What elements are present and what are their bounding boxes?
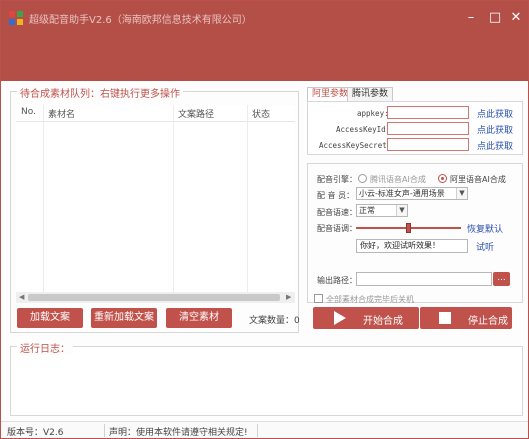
text-count-caption: 文案数量：	[249, 316, 295, 326]
queue-group-title: 待合成素材队列：右键执行更多操作	[17, 85, 183, 100]
keyid-input[interactable]	[387, 122, 469, 135]
appkey-label: appkey:	[357, 109, 389, 118]
keysecret-input[interactable]	[387, 138, 469, 151]
chevron-down-icon: ▼	[456, 188, 467, 199]
engine-ali-radio[interactable]	[438, 174, 447, 183]
keysecret-get-link[interactable]: 点此获取	[477, 139, 513, 152]
engine-ali-label[interactable]: 阿里语音AI合成	[450, 174, 506, 185]
keyid-get-link[interactable]: 点此获取	[477, 123, 513, 136]
keyid-label: AccessKeyId:	[336, 125, 391, 134]
scroll-left-icon[interactable]: ◀	[19, 292, 24, 303]
voice-actor-select[interactable]: 小云-标准女声-通用场景 ▼	[356, 187, 468, 200]
keysecret-label: AccessKeySecret:	[319, 141, 392, 150]
voice-actor-value: 小云-标准女声-通用场景	[359, 189, 445, 198]
audition-link[interactable]: 试听	[476, 240, 494, 253]
reload-text-button[interactable]: 重新加载文案	[91, 308, 157, 328]
status-bar: 版本号：V2.6 声明：使用本软件请遵守相关规定!	[1, 421, 528, 438]
column-status[interactable]: 状态	[252, 107, 270, 120]
speed-value: 正常	[359, 206, 375, 215]
output-path-label: 输出路径：	[317, 276, 357, 285]
voice-actor-label: 配 音 员：	[317, 191, 355, 200]
appkey-input[interactable]	[387, 106, 469, 119]
tone-label: 配音语调：	[317, 224, 357, 233]
start-synthesis-label: 开始合成	[363, 316, 403, 327]
list-header: No. 素材名 文案路径 状态	[16, 105, 295, 122]
material-list[interactable]: No. 素材名 文案路径 状态	[16, 105, 295, 303]
column-no[interactable]: No.	[21, 107, 36, 117]
stop-synthesis-button[interactable]: 停止合成	[420, 307, 512, 329]
play-icon	[334, 311, 346, 325]
load-text-button[interactable]: 加载文案	[17, 308, 83, 328]
clear-material-button[interactable]: 清空素材	[166, 308, 232, 328]
speed-label: 配音语速：	[317, 208, 357, 217]
column-path[interactable]: 文案路径	[178, 107, 214, 120]
maximize-button[interactable]: □	[486, 9, 504, 27]
column-divider	[173, 105, 174, 303]
column-divider	[43, 105, 44, 303]
engine-label: 配音引擎：	[317, 175, 357, 184]
tab-tencent-params[interactable]: 腾讯参数	[347, 87, 394, 101]
engine-tencent-label[interactable]: 腾讯语音AI合成	[370, 174, 426, 185]
notice-text: 声明：使用本软件请遵守相关规定!	[109, 428, 248, 438]
window-title: 超级配音助手V2.6（海南欧邦信息技术有限公司）	[29, 15, 252, 26]
horizontal-scrollbar[interactable]: ◀ ▶	[16, 292, 295, 303]
speed-select[interactable]: 正常 ▼	[356, 204, 408, 217]
scrollbar-thumb[interactable]	[28, 294, 280, 301]
minimize-button[interactable]: –	[462, 9, 480, 27]
chevron-down-icon: ▼	[396, 205, 407, 216]
scroll-right-icon[interactable]: ▶	[286, 292, 291, 303]
test-text-input[interactable]: 你好，欢迎试听效果！	[356, 239, 468, 253]
stop-synthesis-label: 停止合成	[468, 316, 508, 327]
appkey-get-link[interactable]: 点此获取	[477, 107, 513, 120]
title-bar: 超级配音助手V2.6（海南欧邦信息技术有限公司） – □ ✕	[1, 1, 528, 81]
close-button[interactable]: ✕	[507, 9, 525, 27]
reset-default-link[interactable]: 恢复默认	[467, 222, 503, 235]
output-path-input[interactable]	[356, 272, 492, 286]
text-count-label: 文案数量：0	[249, 313, 300, 326]
text-count-value: 0	[294, 316, 300, 326]
stop-icon	[439, 312, 451, 324]
run-log-title: 运行日志：	[17, 340, 73, 355]
shutdown-label[interactable]: 全部素材合成完毕后关机	[326, 294, 414, 305]
status-divider	[104, 424, 105, 437]
run-log-panel[interactable]	[10, 346, 523, 416]
column-name[interactable]: 素材名	[48, 107, 75, 120]
column-divider	[247, 105, 248, 303]
tone-slider-thumb[interactable]	[405, 223, 411, 233]
engine-tencent-radio[interactable]	[358, 174, 367, 183]
app-logo-icon	[9, 11, 23, 25]
browse-button[interactable]: ...	[493, 272, 510, 286]
version-text: 版本号：V2.6	[7, 428, 64, 438]
app-window: 超级配音助手V2.6（海南欧邦信息技术有限公司） – □ ✕ 待合成素材队列：右…	[0, 0, 529, 439]
shutdown-checkbox[interactable]	[314, 294, 323, 303]
status-divider	[257, 424, 258, 437]
start-synthesis-button[interactable]: 开始合成	[313, 307, 419, 329]
